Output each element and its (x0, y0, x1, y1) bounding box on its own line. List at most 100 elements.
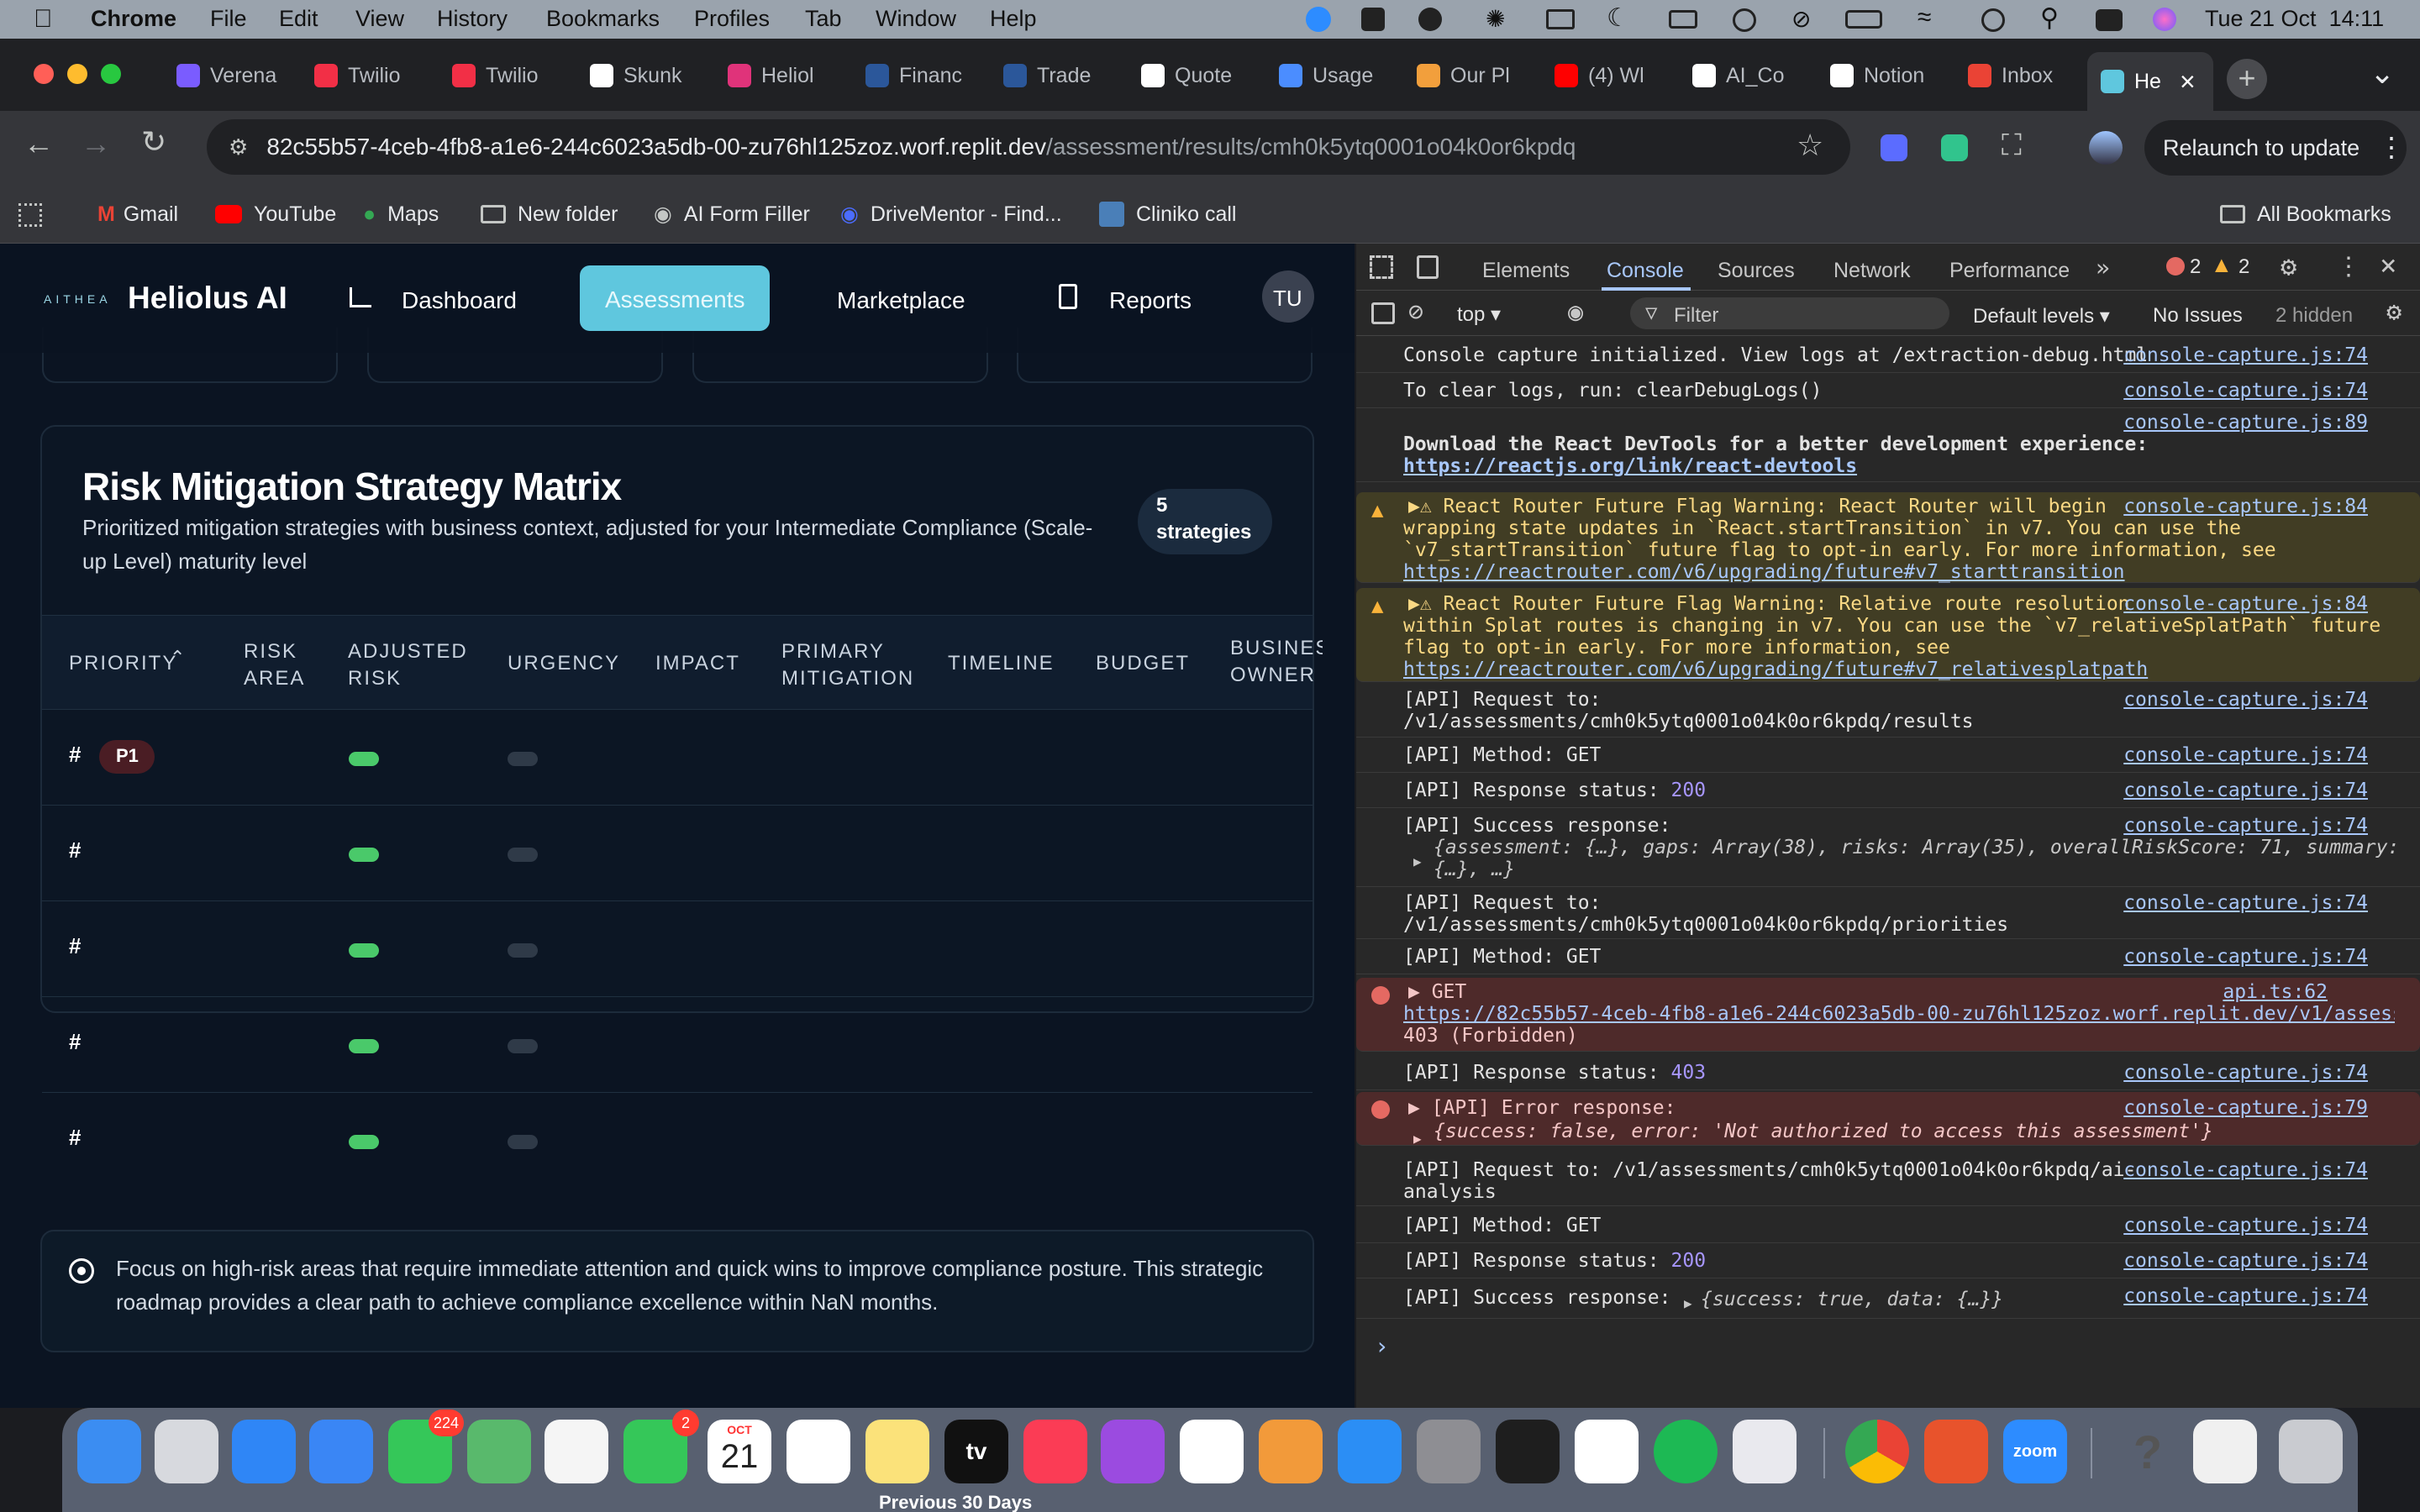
launchpad-icon[interactable] (155, 1420, 218, 1483)
sidebar-toggle-icon[interactable] (1371, 302, 1395, 324)
notes-icon[interactable] (865, 1420, 929, 1483)
zoom-icon[interactable]: zoom (2003, 1420, 2067, 1483)
status-icon[interactable] (1361, 8, 1385, 31)
log-source-link[interactable]: console-capture.js:74 (2123, 1159, 2368, 1182)
bookmark-gmail[interactable]: M Gmail (97, 185, 178, 244)
forward-icon[interactable]: → (81, 126, 111, 161)
safari-icon[interactable] (232, 1420, 296, 1483)
more-tabs-icon[interactable]: » (2096, 254, 2110, 281)
bookmark-ai-form-filler[interactable]: ◉ AI Form Filler (654, 185, 810, 244)
help-icon[interactable]: ? (2116, 1420, 2180, 1483)
play-icon[interactable] (1733, 8, 1756, 32)
log-text[interactable]: ▶⚠ React Router Future Flag Warning: Rea… (1408, 496, 2107, 518)
settings-gear-icon[interactable]: ⚙ (2281, 250, 2296, 282)
nav-marketplace[interactable]: Marketplace (837, 287, 965, 314)
console-prompt[interactable]: › (1375, 1332, 1389, 1360)
tab-performance[interactable]: Performance (1949, 259, 2070, 283)
back-icon[interactable]: ← (24, 126, 54, 161)
browser-tab[interactable]: Quote (1141, 52, 1265, 99)
browser-tab[interactable]: Heliol (728, 52, 852, 99)
inspect-element-icon[interactable] (1370, 255, 1393, 279)
news-icon[interactable] (1180, 1420, 1244, 1483)
finder-icon[interactable] (77, 1420, 141, 1483)
bookmark-drivementor[interactable]: ◉ DriveMentor - Find... (840, 185, 1062, 244)
log-source-link[interactable]: console-capture.js:74 (2123, 1250, 2368, 1273)
table-row[interactable]: # (42, 996, 1313, 1092)
extensions-puzzle-icon[interactable]: ⛶ (2002, 129, 2022, 162)
clock-icon[interactable] (1981, 8, 2005, 32)
grammarly-icon[interactable] (1418, 8, 1442, 31)
extension-icon-1[interactable] (1881, 134, 1907, 161)
log-text[interactable]: ▶ [API] Error response: (1408, 1097, 1676, 1120)
log-source-link[interactable]: console-capture.js:79 (2123, 1097, 2368, 1120)
menu-history[interactable]: History (437, 6, 508, 32)
sync-icon[interactable]: ✺ (1486, 5, 1505, 33)
zoom-window-button[interactable] (101, 64, 121, 84)
log-source-link[interactable]: console-capture.js:74 (2123, 689, 2368, 711)
browser-tab[interactable]: AI_Co (1692, 52, 1817, 99)
toolbox-icon[interactable] (1924, 1420, 1988, 1483)
col-timeline[interactable]: TIMELINE (948, 650, 1055, 677)
file-icon[interactable] (2193, 1420, 2257, 1483)
facetime-icon[interactable]: 2 (623, 1410, 699, 1483)
zoom-status-icon[interactable] (1306, 7, 1331, 32)
expand-arrow-icon[interactable]: ▶ (1413, 1127, 1422, 1150)
podcasts-icon[interactable] (1101, 1420, 1165, 1483)
system-settings-icon[interactable] (1417, 1420, 1481, 1483)
log-source-link[interactable]: console-capture.js:74 (2123, 815, 2368, 837)
log-source-link[interactable]: console-capture.js:74 (2123, 744, 2368, 767)
all-bookmarks[interactable]: All Bookmarks (2220, 185, 2391, 244)
clear-console-icon[interactable]: ⊘ (1408, 297, 1423, 327)
tab-network[interactable]: Network (1833, 259, 1911, 283)
col-urgency[interactable]: URGENCY (508, 650, 620, 677)
log-source-link[interactable]: api.ts:62 (2223, 981, 2328, 1004)
log-source-link[interactable]: console-capture.js:74 (2123, 1285, 2368, 1308)
search-icon[interactable]: ⚲ (2040, 3, 2059, 33)
profile-avatar[interactable] (2089, 131, 2123, 165)
log-source-link[interactable]: console-capture.js:74 (2123, 1215, 2368, 1237)
bookmark-new-folder[interactable]: New folder (481, 185, 618, 244)
log-link[interactable]: https://reactrouter.com/v6/upgrading/fut… (1403, 561, 2125, 584)
close-tab-icon[interactable]: × (2180, 66, 2196, 97)
menu-profiles[interactable]: Profiles (694, 6, 770, 32)
request-url-link[interactable]: https://82c55b57-4ceb-4fb8-a1e6-244c6023… (1403, 1003, 2395, 1026)
react-devtools-link[interactable]: https://reactjs.org/link/react-devtools (1403, 455, 1857, 478)
sort-asc-icon[interactable]: ⌃ (170, 647, 185, 669)
music-icon[interactable] (1023, 1420, 1087, 1483)
capcut-icon[interactable] (1575, 1420, 1639, 1483)
bookmark-maps[interactable]: ● Maps (363, 185, 439, 244)
issues-button[interactable]: No Issues (2153, 304, 2243, 328)
col-risk-area[interactable]: RISK AREA (244, 638, 303, 692)
moon-icon[interactable]: ☾ (1607, 3, 1629, 33)
bookmark-cliniko[interactable]: Cliniko call (1099, 185, 1236, 244)
col-adjusted-risk[interactable]: ADJUSTED RISK (348, 638, 466, 692)
apps-grid-icon[interactable] (18, 203, 42, 227)
tab-search-chevron-icon[interactable]: ⌄ (2370, 55, 2395, 91)
tab-elements[interactable]: Elements (1482, 259, 1570, 283)
menu-view[interactable]: View (355, 6, 404, 32)
calendar-icon[interactable]: OCT 21 (708, 1420, 771, 1483)
battery-icon[interactable] (1845, 10, 1882, 29)
menubar-datetime[interactable]: Tue 21 Oct 14:11 (2205, 6, 2384, 32)
log-source-link[interactable]: console-capture.js:74 (2123, 780, 2368, 802)
expand-arrow-icon[interactable]: ▶ (1684, 1292, 1692, 1315)
log-source-link[interactable]: console-capture.js:74 (2123, 380, 2368, 402)
log-levels-dropdown[interactable]: Default levels ▾ (1973, 304, 2110, 328)
col-business-owner[interactable]: BUSINESS OWNER (1230, 635, 1323, 694)
menu-tab[interactable]: Tab (805, 6, 842, 32)
menu-bookmarks[interactable]: Bookmarks (546, 6, 660, 32)
log-source-link[interactable]: console-capture.js:74 (2123, 1062, 2368, 1084)
log-link[interactable]: https://reactrouter.com/v6/upgrading/fut… (1403, 659, 2148, 681)
menu-window[interactable]: Window (876, 6, 956, 32)
app-store-icon[interactable] (1338, 1420, 1402, 1483)
reload-icon[interactable]: ↻ (141, 124, 166, 160)
expand-arrow-icon[interactable]: ▶ (1413, 850, 1422, 873)
object-preview[interactable]: {assessment: {…}, gaps: Array(38), risks… (1434, 837, 2399, 859)
menu-edit[interactable]: Edit (279, 6, 318, 32)
log-source-link[interactable]: console-capture.js:74 (2123, 892, 2368, 915)
col-budget[interactable]: BUDGET (1096, 650, 1190, 677)
device-toolbar-icon[interactable] (1417, 255, 1439, 279)
bookmark-youtube[interactable]: YouTube (215, 185, 336, 244)
table-row[interactable]: # (42, 805, 1313, 900)
messages-icon[interactable]: 224 (388, 1410, 464, 1483)
